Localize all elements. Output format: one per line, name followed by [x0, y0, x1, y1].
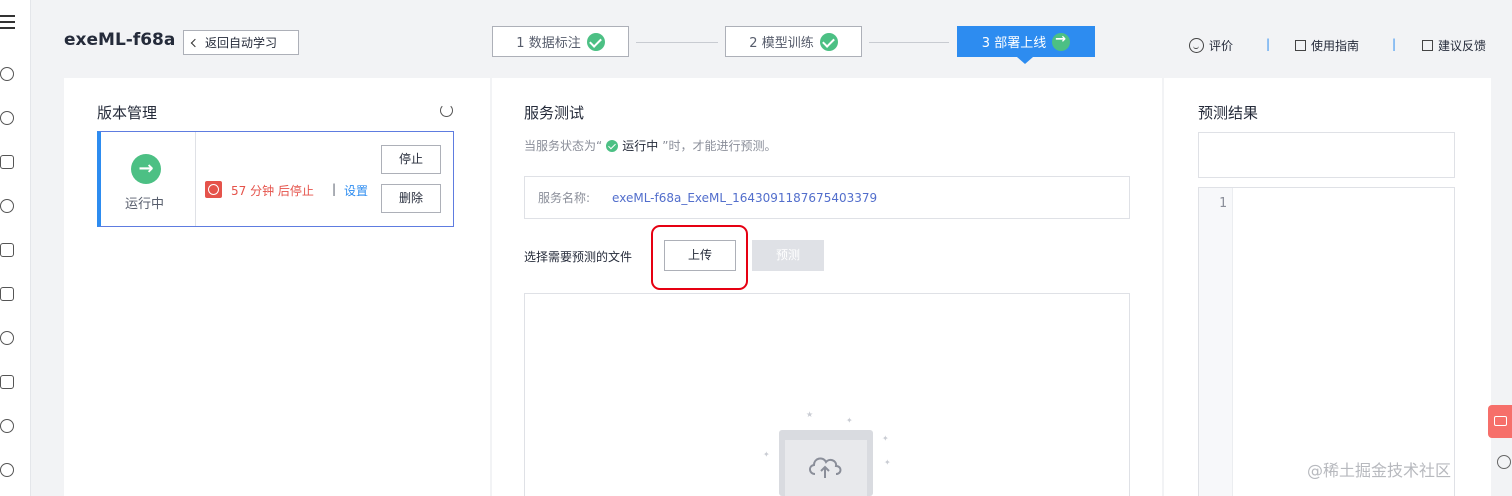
watermark: @稀土掘金技术社区 [1307, 461, 1452, 480]
guide-link[interactable]: 使用指南 [1295, 37, 1359, 54]
step-connector [869, 42, 949, 43]
link-separator: | [1392, 37, 1397, 51]
hint-status: 运行中 [622, 139, 659, 153]
edit-icon [1295, 40, 1306, 51]
running-arrow-icon: → [131, 154, 161, 184]
nav-globe-icon[interactable] [0, 419, 14, 433]
back-button-label: 返回自动学习 [205, 36, 278, 50]
sparkle-icon: ✦ [763, 450, 770, 459]
nav-ip-icon[interactable] [0, 463, 14, 477]
cloud-upload-icon [809, 457, 842, 478]
nav-cloud-storage-icon[interactable] [0, 199, 14, 213]
result-json-editor[interactable]: 1 [1198, 187, 1455, 496]
nav-cluster-icon[interactable] [0, 111, 14, 125]
check-icon [606, 139, 619, 152]
guide-label: 使用指南 [1311, 39, 1360, 53]
nav-files-icon[interactable] [0, 287, 14, 301]
delete-button[interactable]: 删除 [381, 184, 441, 213]
version-panel-title: 版本管理 [97, 104, 158, 122]
version-status: 运行中 [125, 197, 165, 212]
sparkle-icon: ✦ [884, 458, 891, 467]
version-card[interactable]: → 运行中 57 分钟 后停止 | 设置 停止 删除 [97, 131, 454, 227]
feedback-icon [1422, 40, 1433, 51]
chevron-left-icon [190, 38, 200, 47]
service-test-title: 服务测试 [524, 104, 585, 122]
smile-icon [1189, 38, 1204, 53]
line-number: 1 [1219, 196, 1227, 211]
sparkle-icon: ✦ [882, 434, 889, 443]
step-data-labeling[interactable]: 1 数据标注 [492, 26, 629, 57]
step-model-training[interactable]: 2 模型训练 [725, 26, 862, 57]
menu-icon[interactable] [0, 14, 16, 30]
chat-feedback-button[interactable] [1488, 405, 1512, 438]
nav-document-icon[interactable] [0, 243, 14, 257]
arrow-right-icon [1052, 32, 1071, 51]
step-label: 3 部署上线 [981, 36, 1047, 51]
select-file-label: 选择需要预测的文件 [524, 250, 633, 264]
step-connector [636, 42, 718, 43]
hint-prefix: 当服务状态为“ [524, 139, 603, 153]
hint-suffix: ”时，才能进行预测。 [662, 139, 777, 153]
nav-wave-icon[interactable] [0, 155, 14, 169]
service-name-box: 服务名称: exeML-f68a_ExeML_16430911876754033… [524, 176, 1130, 219]
stop-button[interactable]: 停止 [381, 145, 441, 174]
version-status-area: → 运行中 [101, 132, 196, 226]
feedback-link[interactable]: 建议反馈 [1422, 37, 1486, 54]
status-hint: 当服务状态为“ 运行中 ”时，才能进行预测。 [524, 137, 776, 154]
service-name-value: exeML-f68a_ExeML_1643091187675403379 [612, 190, 878, 205]
active-step-pointer [1017, 57, 1033, 64]
step-deploy[interactable]: 3 部署上线 [957, 26, 1095, 57]
smile-icon[interactable] [1497, 455, 1511, 469]
service-name-label: 服务名称: [538, 191, 591, 205]
line-gutter [1199, 188, 1233, 496]
settings-link[interactable]: 设置 [344, 182, 368, 199]
sparkle-icon: ★ [806, 410, 814, 419]
nav-cloud-icon[interactable] [0, 67, 14, 81]
rate-label: 评价 [1209, 39, 1234, 53]
project-name: exeML-f68a [64, 30, 176, 50]
left-nav-rail [0, 0, 31, 496]
check-icon [586, 32, 605, 51]
timer-text: 57 分钟 后停止 [231, 184, 314, 198]
link-separator: | [1266, 37, 1271, 51]
step-label: 2 模型训练 [749, 36, 814, 51]
back-to-automl-button[interactable]: 返回自动学习 [183, 30, 299, 55]
nav-cloud-service-icon[interactable] [0, 331, 14, 345]
timer-separator: | [332, 182, 337, 196]
feedback-label: 建议反馈 [1438, 39, 1487, 53]
nav-ship-icon[interactable] [0, 375, 14, 389]
sparkle-icon: ✦ [846, 416, 853, 425]
upload-button[interactable]: 上传 [664, 240, 736, 271]
result-summary-box [1198, 132, 1455, 178]
refresh-icon[interactable] [440, 104, 453, 117]
check-icon [819, 32, 838, 51]
step-label: 1 数据标注 [516, 36, 581, 51]
result-title: 预测结果 [1198, 104, 1259, 122]
timer-icon [205, 181, 222, 198]
predict-button[interactable]: 预测 [752, 240, 824, 271]
rate-link[interactable]: 评价 [1189, 37, 1233, 54]
